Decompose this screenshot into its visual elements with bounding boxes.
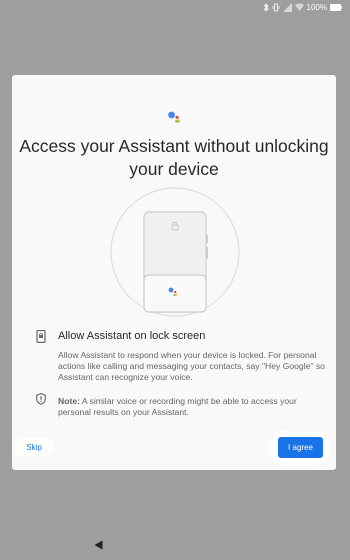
voice-note-text: Note: A similar voice or recording might… bbox=[58, 396, 328, 418]
assistant-lock-screen-dialog: Access your Assistant without unlocking … bbox=[12, 75, 336, 470]
lock-screen-heading: Allow Assistant on lock screen bbox=[58, 330, 206, 342]
signal-icon bbox=[282, 2, 292, 12]
bluetooth-icon bbox=[263, 2, 269, 12]
shield-alert-icon bbox=[36, 393, 46, 405]
skip-button[interactable]: Skip bbox=[14, 438, 54, 457]
battery-percent: 100% bbox=[306, 2, 327, 12]
battery-icon bbox=[330, 3, 342, 11]
vibrate-icon bbox=[272, 3, 279, 11]
wifi-icon bbox=[294, 3, 304, 11]
back-icon[interactable] bbox=[94, 540, 103, 550]
note-body: A similar voice or recording might be ab… bbox=[58, 396, 297, 417]
navigation-bar bbox=[0, 530, 350, 560]
agree-button[interactable]: I agree bbox=[278, 437, 323, 458]
note-label: Note: bbox=[58, 396, 80, 406]
status-bar: 100% bbox=[0, 0, 350, 14]
phone-lock-illustration bbox=[110, 187, 240, 317]
google-assistant-logo-icon bbox=[168, 111, 180, 123]
phone-lock-icon bbox=[36, 330, 46, 343]
lock-screen-description: Allow Assistant to respond when your dev… bbox=[58, 350, 325, 382]
dialog-title: Access your Assistant without unlocking … bbox=[19, 136, 329, 179]
